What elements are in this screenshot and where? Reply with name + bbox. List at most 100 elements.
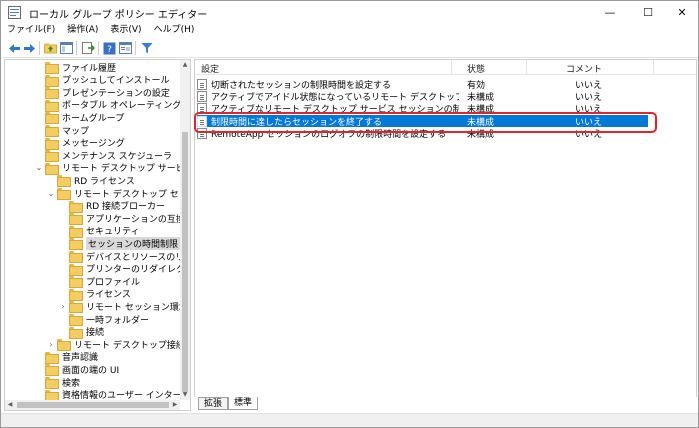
filter-button[interactable] xyxy=(140,41,154,55)
menu-bar: ファイル(F) 操作(A) 表示(V) ヘルプ(H) xyxy=(1,24,698,37)
toolbar-separator xyxy=(39,41,40,55)
maximize-icon: ☐ xyxy=(643,6,653,19)
column-header-comment[interactable]: コメント xyxy=(566,62,602,75)
chevron-right-icon[interactable]: › xyxy=(59,300,67,312)
properties-button[interactable] xyxy=(118,41,132,55)
scroll-up-arrow-icon[interactable]: ▲ xyxy=(180,60,190,70)
folder-icon xyxy=(45,74,59,87)
folder-icon xyxy=(45,62,59,74)
folder-icon xyxy=(45,389,59,402)
tree-item-label: アプリケーションの互換性 xyxy=(86,214,191,225)
tree-item[interactable]: ポータブル オペレーティング システ xyxy=(35,99,190,112)
tree-item[interactable]: アプリケーションの互換性 xyxy=(59,212,191,226)
tree-item[interactable]: プレゼンテーションの設定 xyxy=(35,86,170,100)
tree-item[interactable]: セキュリティ xyxy=(59,225,140,238)
menu-view[interactable]: 表示(V) xyxy=(104,24,147,37)
window-title: ローカル グループ ポリシー エディター xyxy=(29,10,208,21)
tree-item[interactable]: RD 接続ブローカー xyxy=(59,200,165,213)
tree-item[interactable]: 画面の端の UI xyxy=(35,363,120,377)
tree-item[interactable]: プロファイル xyxy=(59,275,140,289)
tree-item[interactable]: マップ xyxy=(35,124,89,137)
tree-item-label: 音声認識 xyxy=(62,353,99,364)
chevron-right-icon[interactable]: › xyxy=(47,338,55,350)
folder-icon xyxy=(45,99,59,112)
folder-icon xyxy=(69,276,83,289)
tree-item[interactable]: RD ライセンス xyxy=(47,174,135,188)
help-button[interactable]: ? xyxy=(102,41,116,55)
export-list-button[interactable] xyxy=(81,41,95,55)
table-row[interactable]: 切断されたセッションの制限時間を設定する 有効 いいえ xyxy=(197,78,648,91)
chevron-down-icon[interactable]: ⌄ xyxy=(47,187,55,199)
tree-item-label: 画面の端の UI xyxy=(62,365,120,376)
tree-item-label: セキュリティ xyxy=(86,227,140,238)
tree-item[interactable]: 検索 xyxy=(35,376,80,389)
column-divider[interactable] xyxy=(526,60,527,75)
folder-icon xyxy=(69,314,83,326)
menu-action[interactable]: 操作(A) xyxy=(61,24,104,37)
tree-item[interactable]: 一時フォルダー xyxy=(59,313,149,326)
tree-item-label: RD ライセンス xyxy=(74,176,135,187)
column-header-state[interactable]: 状態 xyxy=(467,62,485,75)
list-vertical-scrollbar[interactable] xyxy=(684,75,696,397)
tree-horizontal-scrollbar[interactable]: ◀ ▶ xyxy=(5,400,180,410)
tree-item[interactable]: 資格情報のユーザー インターフェイ xyxy=(35,389,190,402)
back-button[interactable] xyxy=(7,41,21,55)
filter-icon xyxy=(141,43,153,53)
tree-item-label: ファイル履歴 xyxy=(62,63,117,74)
view-tabs: 拡張 標準 xyxy=(194,397,697,411)
tree-item[interactable]: ライセンス xyxy=(59,288,131,301)
tree-item[interactable]: › リモート デスクトップ接続のク xyxy=(47,338,190,352)
tree-item-label: 接続 xyxy=(86,328,105,339)
column-divider[interactable] xyxy=(653,60,654,75)
properties-icon xyxy=(118,42,132,54)
tree-item[interactable]: ホームグループ xyxy=(35,111,124,125)
minimize-button[interactable]: — xyxy=(593,1,627,24)
maximize-button[interactable]: ☐ xyxy=(631,1,665,24)
tree-item[interactable]: メッセージング xyxy=(35,137,125,150)
tab-standard[interactable]: 標準 xyxy=(228,397,259,410)
folder-icon xyxy=(45,125,59,137)
tree-item[interactable]: ファイル履歴 xyxy=(35,61,117,74)
close-icon: ✕ xyxy=(677,6,687,19)
tree-item[interactable]: セッションの時間制限 xyxy=(59,236,181,251)
column-header-setting[interactable]: 設定 xyxy=(201,62,219,75)
scroll-thumb[interactable] xyxy=(17,402,169,408)
scroll-thumb[interactable] xyxy=(182,132,188,392)
group-policy-app-icon xyxy=(8,6,21,19)
tree-item[interactable]: 接続 xyxy=(59,326,105,339)
status-bar xyxy=(1,413,698,427)
tree-item[interactable]: プッシュしてインストール xyxy=(35,74,170,87)
tree-item[interactable]: › リモート セッション環境 xyxy=(59,300,188,314)
tree-item[interactable]: メンテナンス スケジューラ xyxy=(35,149,172,163)
tree-vertical-scrollbar[interactable]: ▲ ▼ xyxy=(180,60,190,400)
tree-item[interactable]: プリンターのリダイレクト xyxy=(59,263,190,276)
menu-help[interactable]: ヘルプ(H) xyxy=(148,24,201,37)
tree-item[interactable]: ⌄ リモート デスクトップ セッション xyxy=(47,187,190,200)
up-one-level-button[interactable] xyxy=(43,41,57,55)
forward-button[interactable] xyxy=(22,41,36,55)
toolbar-separator xyxy=(76,41,77,55)
column-divider[interactable] xyxy=(451,60,452,75)
tree-item[interactable]: ⌄ リモート デスクトップ サービス xyxy=(35,162,190,175)
setting-name: 切断されたセッションの制限時間を設定する xyxy=(211,80,392,91)
chevron-down-icon[interactable]: ⌄ xyxy=(35,162,43,174)
close-button[interactable]: ✕ xyxy=(665,1,699,24)
show-hide-tree-button[interactable] xyxy=(59,41,73,55)
scroll-left-arrow-icon[interactable]: ◀ xyxy=(5,400,15,410)
highlight-annotation xyxy=(194,112,657,133)
tree-item-label: リモート セッション環境 xyxy=(86,302,188,313)
tab-extended[interactable]: 拡張 xyxy=(198,397,229,410)
scroll-right-arrow-icon[interactable]: ▶ xyxy=(170,400,180,410)
tree-item[interactable]: 音声認識 xyxy=(35,351,99,364)
tree-item[interactable]: デバイスとリソースのリダイ xyxy=(59,250,190,263)
scroll-down-arrow-icon[interactable]: ▼ xyxy=(180,390,190,400)
menu-file[interactable]: ファイル(F) xyxy=(1,24,61,37)
table-row[interactable]: アクティブでアイドル状態になっているリモート デスクトップ サービス セッ...… xyxy=(197,90,648,103)
